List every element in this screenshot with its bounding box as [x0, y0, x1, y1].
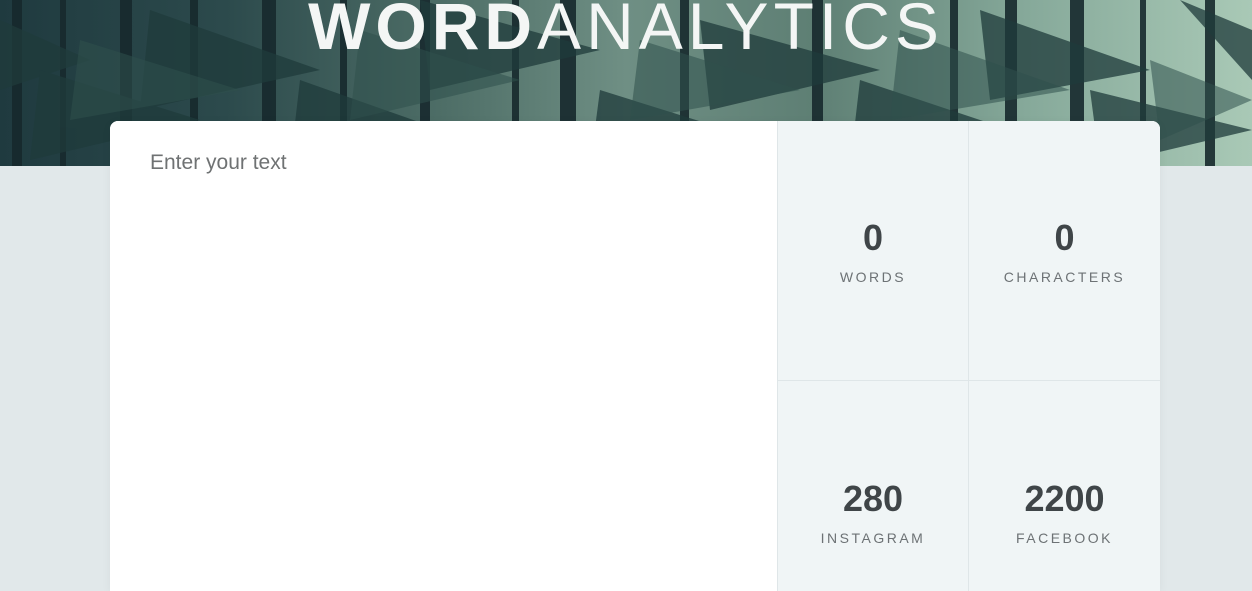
characters-count: 0	[1054, 217, 1075, 258]
stat-instagram: 280 INSTAGRAM	[777, 381, 968, 591]
instagram-remaining: 280	[842, 478, 904, 519]
characters-label: CHARACTERS	[1003, 269, 1126, 285]
instagram-label: INSTAGRAM	[820, 530, 926, 546]
text-input[interactable]	[110, 121, 777, 591]
facebook-remaining: 2200	[1024, 478, 1105, 519]
stat-words: 0 WORDS	[777, 121, 968, 381]
stat-characters: 0 CHARACTERS	[968, 121, 1160, 381]
stat-facebook: 2200 FACEBOOK	[968, 381, 1160, 591]
logo-light-text: ANALYTICS	[537, 0, 944, 63]
words-count: 0	[862, 217, 884, 258]
analytics-card: 0 WORDS 0 CHARACTERS 280 INSTAGRAM 2200 …	[110, 121, 1160, 591]
logo-bold-text: WORD	[308, 0, 538, 63]
facebook-label: FACEBOOK	[1015, 530, 1114, 546]
app-logo: WORDANALYTICS	[0, 0, 1252, 66]
stats-panel: 0 WORDS 0 CHARACTERS 280 INSTAGRAM 2200 …	[777, 121, 1160, 591]
words-label: WORDS	[839, 269, 907, 285]
